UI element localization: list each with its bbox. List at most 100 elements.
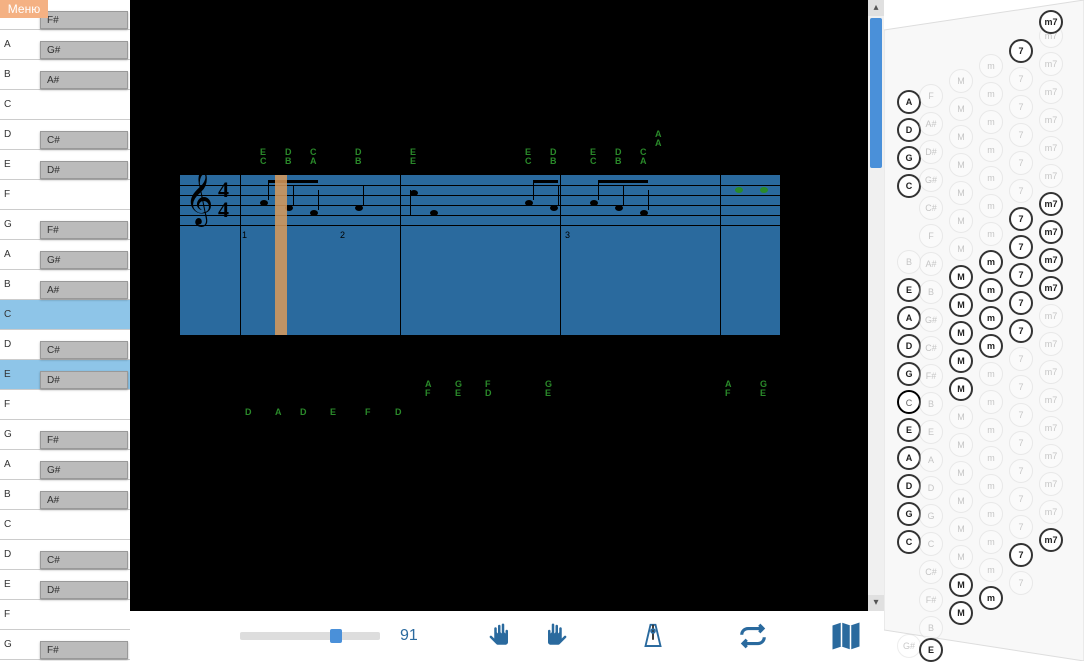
piano-black-key[interactable]: C#: [40, 131, 128, 149]
accordion-chord-button[interactable]: M: [949, 153, 973, 177]
accordion-chord-button[interactable]: E: [919, 420, 943, 444]
accordion-chord-button[interactable]: m7: [1039, 136, 1063, 160]
accordion-chord-button[interactable]: m7: [1039, 248, 1063, 272]
piano-black-key[interactable]: C#: [40, 551, 128, 569]
accordion-chord-button[interactable]: 7: [1009, 515, 1033, 539]
accordion-chord-button[interactable]: M: [949, 69, 973, 93]
accordion-chord-button[interactable]: M: [949, 517, 973, 541]
accordion-chord-button[interactable]: 7: [1009, 151, 1033, 175]
accordion-bass-button[interactable]: A: [897, 90, 921, 114]
piano-white-key[interactable]: C: [0, 510, 130, 540]
map-icon[interactable]: [828, 618, 864, 654]
accordion-chord-button[interactable]: 7: [1009, 403, 1033, 427]
accordion-chord-button[interactable]: C: [919, 532, 943, 556]
accordion-chord-button[interactable]: E: [897, 418, 921, 442]
accordion-chord-button[interactable]: A: [897, 306, 921, 330]
accordion-chord-button[interactable]: m7: [1039, 332, 1063, 356]
accordion-chord-button[interactable]: E: [919, 638, 943, 662]
accordion-chord-button[interactable]: M: [949, 209, 973, 233]
accordion-chord-button[interactable]: m: [979, 138, 1003, 162]
accordion-chord-button[interactable]: M: [949, 461, 973, 485]
accordion-chord-button[interactable]: B: [919, 280, 943, 304]
scrollbar-thumb[interactable]: [870, 18, 882, 168]
piano-white-key[interactable]: F: [0, 600, 130, 630]
accordion-chord-button[interactable]: m: [979, 418, 1003, 442]
scroll-down-arrow-icon[interactable]: ▾: [868, 595, 884, 611]
metronome-icon[interactable]: [638, 621, 668, 651]
accordion-chord-button[interactable]: M: [949, 601, 973, 625]
accordion-chord-button[interactable]: B: [919, 392, 943, 416]
accordion-chord-button[interactable]: 7: [1009, 375, 1033, 399]
accordion-chord-button[interactable]: M: [949, 405, 973, 429]
accordion-chord-button[interactable]: m: [979, 530, 1003, 554]
accordion-chord-button[interactable]: m: [979, 586, 1003, 610]
accordion-chord-button[interactable]: 7: [1009, 263, 1033, 287]
accordion-chord-button[interactable]: M: [949, 433, 973, 457]
accordion-chord-button[interactable]: C: [897, 390, 921, 414]
accordion-chord-button[interactable]: m: [979, 390, 1003, 414]
accordion-chord-button[interactable]: m: [979, 306, 1003, 330]
accordion-chord-button[interactable]: M: [949, 125, 973, 149]
accordion-chord-button[interactable]: m: [979, 82, 1003, 106]
accordion-chord-button[interactable]: m7: [1039, 192, 1063, 216]
piano-black-key[interactable]: F#: [40, 221, 128, 239]
accordion-chord-button[interactable]: 7: [1009, 459, 1033, 483]
piano-black-key[interactable]: D#: [40, 581, 128, 599]
accordion-chord-button[interactable]: m: [979, 222, 1003, 246]
accordion-bass-button[interactable]: G: [897, 146, 921, 170]
piano-black-key[interactable]: A#: [40, 491, 128, 509]
piano-black-key[interactable]: A#: [40, 71, 128, 89]
accordion-chord-button[interactable]: F#: [919, 588, 943, 612]
accordion-chord-button[interactable]: M: [949, 489, 973, 513]
accordion-chord-button[interactable]: M: [949, 293, 973, 317]
accordion-chord-button[interactable]: A#: [919, 112, 943, 136]
loop-icon[interactable]: [738, 621, 768, 651]
accordion-chord-button[interactable]: m: [979, 250, 1003, 274]
accordion-chord-button[interactable]: M: [949, 573, 973, 597]
accordion-chord-button[interactable]: D: [897, 474, 921, 498]
piano-black-key[interactable]: C#: [40, 341, 128, 359]
tempo-slider-thumb[interactable]: [330, 629, 342, 643]
accordion-chord-button[interactable]: m7: [1039, 164, 1063, 188]
piano-white-key[interactable]: C: [0, 300, 130, 330]
accordion-chord-button[interactable]: M: [949, 97, 973, 121]
accordion-bass-button[interactable]: C: [897, 174, 921, 198]
tempo-slider[interactable]: [240, 632, 380, 640]
accordion-chord-button[interactable]: m7: [1039, 528, 1063, 552]
accordion-chord-button[interactable]: B: [919, 616, 943, 640]
accordion-chord-button[interactable]: m7: [1039, 500, 1063, 524]
accordion-chord-button[interactable]: m7: [1039, 80, 1063, 104]
piano-black-key[interactable]: G#: [40, 461, 128, 479]
accordion-chord-button[interactable]: m7: [1039, 388, 1063, 412]
accordion-chord-button[interactable]: 7: [1009, 431, 1033, 455]
accordion-chord-button[interactable]: m: [979, 110, 1003, 134]
accordion-chord-button[interactable]: m7: [1039, 472, 1063, 496]
accordion-chord-button[interactable]: m7: [1039, 10, 1063, 34]
accordion-chord-button[interactable]: 7: [1009, 543, 1033, 567]
right-hand-icon[interactable]: [538, 621, 568, 651]
accordion-chord-button[interactable]: C#: [919, 196, 943, 220]
accordion-chord-button[interactable]: M: [949, 237, 973, 261]
accordion-bass-button[interactable]: D: [897, 118, 921, 142]
accordion-chord-button[interactable]: 7: [1009, 207, 1033, 231]
playback-cursor[interactable]: [275, 175, 287, 335]
vertical-scrollbar[interactable]: ▴ ▾: [868, 0, 884, 611]
accordion-chord-button[interactable]: 7: [1009, 347, 1033, 371]
accordion-chord-button[interactable]: m: [979, 166, 1003, 190]
piano-black-key[interactable]: F#: [40, 641, 128, 659]
accordion-chord-button[interactable]: m: [979, 54, 1003, 78]
accordion-chord-button[interactable]: m7: [1039, 416, 1063, 440]
piano-black-key[interactable]: G#: [40, 41, 128, 59]
accordion-chord-button[interactable]: C#: [919, 560, 943, 584]
accordion-chord-button[interactable]: G: [897, 502, 921, 526]
accordion-chord-button[interactable]: M: [949, 321, 973, 345]
accordion-chord-button[interactable]: m: [979, 446, 1003, 470]
accordion-chord-button[interactable]: m7: [1039, 220, 1063, 244]
menu-button[interactable]: Меню: [0, 0, 48, 18]
accordion-chord-button[interactable]: E: [897, 278, 921, 302]
accordion-chord-button[interactable]: 7: [1009, 487, 1033, 511]
accordion-chord-button[interactable]: 7: [1009, 319, 1033, 343]
accordion-chord-button[interactable]: A#: [919, 252, 943, 276]
accordion-chord-button[interactable]: F#: [919, 364, 943, 388]
accordion-chord-button[interactable]: 7: [1009, 123, 1033, 147]
